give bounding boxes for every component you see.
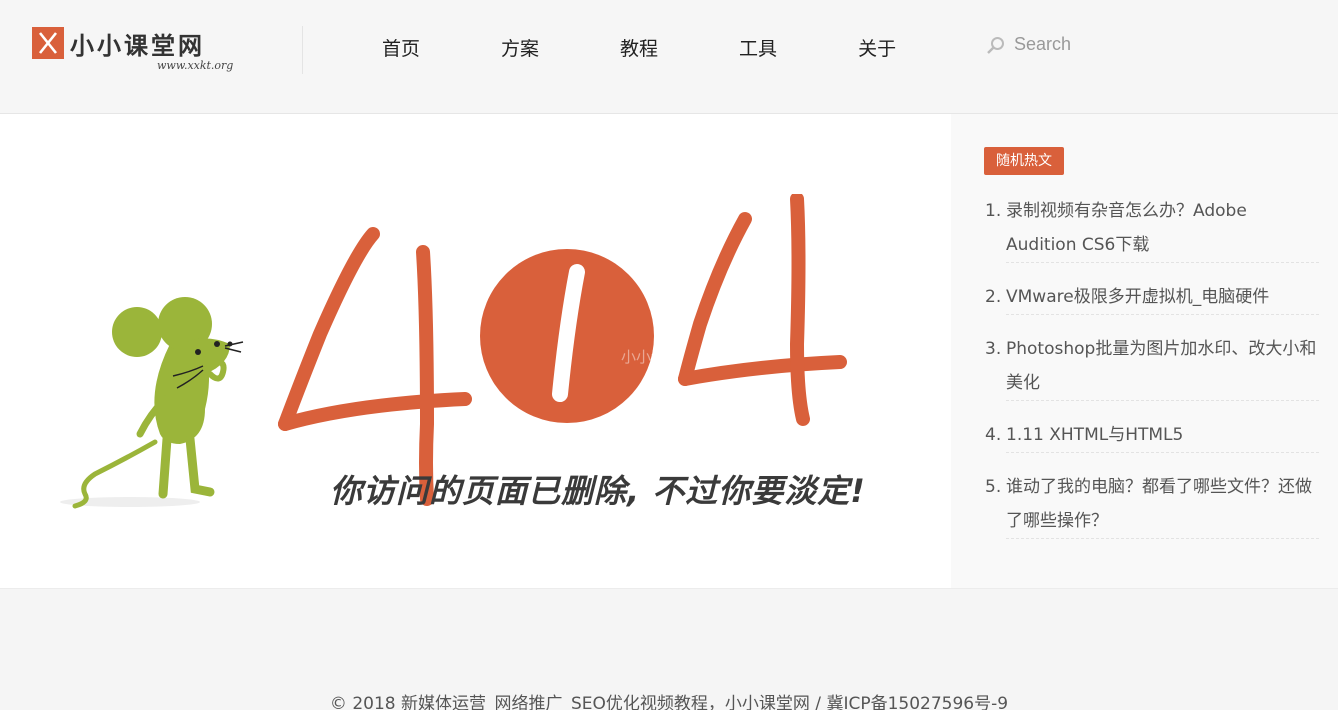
list-item-number: 3. [985,339,1002,359]
list-item-link[interactable]: 1.11 XHTML与HTML5 [1006,418,1319,453]
logo-url: www.xxkt.org [157,59,234,72]
logo-text: 小小课堂网 [70,32,205,60]
list-item-link[interactable]: VMware极限多开虚拟机_电脑硬件 [1006,280,1319,315]
search-box [986,34,1194,55]
header-divider [302,26,303,74]
search-icon[interactable] [986,35,1006,55]
list-item: 4. 1.11 XHTML与HTML5 [985,418,1319,453]
error-content: 小小课堂 你访问的页面已删除, 不过你要淡定! [0,114,951,588]
list-item-number: 2. [985,287,1002,307]
list-item: 5. 谁动了我的电脑？都看了哪些文件？还做了哪些操作？ [985,470,1319,539]
search-input[interactable] [1014,34,1194,55]
nav-item-about[interactable]: 关于 [858,34,896,61]
nav-item-home[interactable]: 首页 [382,34,420,61]
list-item: 2. VMware极限多开虚拟机_电脑硬件 [985,280,1319,315]
mouse-icon [60,297,244,509]
watermark: 小小课堂 [621,348,682,366]
nav-item-tutorials[interactable]: 教程 [620,34,658,61]
list-item-link[interactable]: 谁动了我的电脑？都看了哪些文件？还做了哪些操作？ [1006,470,1319,539]
site-header: 小小课堂网 www.xxkt.org 首页 方案 教程 工具 关于 [0,0,1338,114]
nav-item-tools[interactable]: 工具 [739,34,777,61]
list-item-link[interactable]: 录制视频有杂音怎么办？Adobe Audition CS6下载 [1006,194,1319,263]
list-item: 3. Photoshop批量为图片加水印、改大小和美化 [985,332,1319,401]
digit-zero-circle [480,249,654,423]
sidebar: 随机热文 1. 录制视频有杂音怎么办？Adobe Audition CS6下载 … [951,114,1338,588]
site-footer: © 2018 新媒体运营_网络推广_SEO优化视频教程，小小课堂网 / 冀ICP… [0,588,1338,710]
sidebar-title: 随机热文 [984,147,1064,175]
list-item-link[interactable]: Photoshop批量为图片加水印、改大小和美化 [1006,332,1319,401]
logo-x-icon [32,27,64,59]
list-item: 1. 录制视频有杂音怎么办？Adobe Audition CS6下载 [985,194,1319,263]
hot-list: 1. 录制视频有杂音怎么办？Adobe Audition CS6下载 2. VM… [985,194,1319,556]
digit-four-right [678,194,847,426]
list-item-number: 5. [985,477,1002,497]
digit-four-left [278,227,472,506]
main-nav: 首页 方案 教程 工具 关于 [382,34,896,61]
nav-item-solutions[interactable]: 方案 [501,34,539,61]
footer-copyright: © 2018 新媒体运营_网络推广_SEO优化视频教程，小小课堂网 / 冀ICP… [329,694,1009,710]
list-item-number: 1. [985,201,1002,221]
error-message: 你访问的页面已删除, 不过你要淡定! [330,472,866,510]
site-logo[interactable]: 小小课堂网 www.xxkt.org [32,27,234,77]
list-item-number: 4. [985,425,1002,445]
